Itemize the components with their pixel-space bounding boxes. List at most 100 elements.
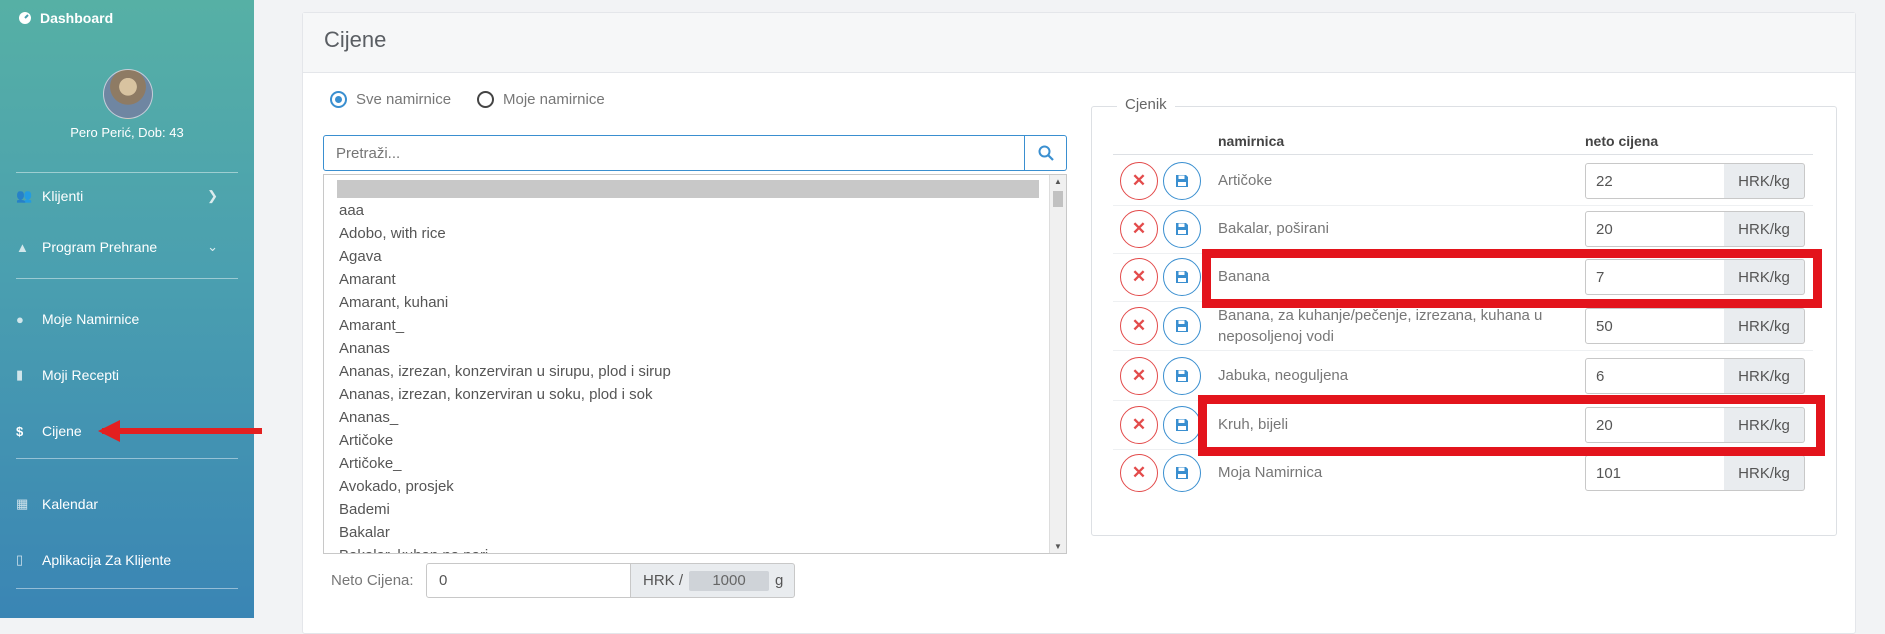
header-divider	[1113, 154, 1813, 155]
avatar	[103, 69, 153, 119]
selected-empty-option[interactable]	[337, 180, 1039, 198]
list-item[interactable]: Bakalar	[339, 521, 671, 544]
food-name: Bakalar, poširani	[1218, 220, 1329, 237]
close-icon: ✕	[1131, 463, 1147, 482]
save-button[interactable]	[1163, 210, 1201, 248]
sidebar-item-label: Kalendar	[42, 496, 99, 512]
price-input[interactable]	[1585, 308, 1725, 344]
highlight-box	[1202, 249, 1822, 308]
floppy-disk-icon	[1176, 271, 1188, 283]
grams-input[interactable]: 1000	[689, 570, 770, 591]
list-item[interactable]: Avokado, prosjek	[339, 475, 671, 498]
neto-price-label: Neto Cijena:	[331, 572, 414, 589]
price-input[interactable]	[1585, 358, 1725, 394]
save-button[interactable]	[1163, 162, 1201, 200]
search-input[interactable]	[323, 135, 1025, 171]
sidebar-item-label: Moje Namirnice	[42, 311, 140, 327]
list-item[interactable]: Artičoke	[339, 429, 671, 452]
list-item[interactable]: Amarant	[339, 268, 671, 291]
radio-all-foods[interactable]: Sve namirnice	[330, 91, 451, 108]
sidebar-item-kalendar[interactable]: ▦ Kalendar	[16, 493, 236, 515]
neto-price-input[interactable]	[426, 563, 631, 598]
price-input[interactable]	[1585, 211, 1725, 247]
scroll-down-icon[interactable]: ▼	[1050, 542, 1066, 551]
delete-button[interactable]: ✕	[1120, 406, 1158, 444]
users-icon: 👥	[16, 188, 33, 203]
floppy-disk-icon	[1176, 467, 1188, 479]
divider	[16, 172, 238, 173]
food-name: Banana, za kuhanje/pečenje, izrezana, ku…	[1218, 307, 1543, 345]
sidebar: Dashboard Pero Perić, Dob: 43 👥 Klijenti…	[0, 0, 254, 618]
book-icon: ▮	[16, 367, 24, 382]
close-icon: ✕	[1131, 366, 1147, 385]
price-unit: HRK/kg	[1724, 211, 1805, 247]
calendar-icon: ▦	[16, 496, 29, 511]
sidebar-item-label: Cijene	[42, 423, 82, 439]
price-input[interactable]	[1585, 163, 1725, 199]
row-divider	[1113, 350, 1813, 351]
list-item[interactable]: Agava	[339, 245, 671, 268]
sidebar-item-aplikacija[interactable]: ▯ Aplikacija Za Klijente	[16, 549, 236, 571]
column-header-name: namirnica	[1218, 133, 1285, 149]
column-header-price: neto cijena	[1585, 133, 1659, 149]
delete-button[interactable]: ✕	[1120, 162, 1158, 200]
search-icon	[1038, 145, 1054, 161]
radio-my-foods[interactable]: Moje namirnice	[477, 91, 605, 108]
food-listbox[interactable]: aaa Adobo, with rice Agava Amarant Amarant, …	[323, 174, 1067, 554]
sidebar-item-program-prehrane[interactable]: ▲ Program Prehrane ⌄	[16, 236, 236, 258]
food-name: Artičoke	[1218, 172, 1273, 189]
list-item[interactable]: Adobo, with rice	[339, 222, 671, 245]
chevron-down-icon: ⌄	[207, 239, 218, 254]
mobile-icon: ▯	[16, 552, 24, 567]
save-button[interactable]	[1163, 357, 1201, 395]
save-button[interactable]	[1163, 258, 1201, 296]
dish-icon: ▲	[16, 239, 29, 255]
price-input[interactable]	[1585, 455, 1725, 491]
list-item[interactable]: Amarant_	[339, 314, 671, 337]
chevron-right-icon: ❯	[207, 188, 218, 203]
list-item[interactable]: Amarant, kuhani	[339, 291, 671, 314]
page-title: Cijene	[324, 27, 387, 52]
list-item[interactable]: Ananas, izrezan, konzerviran u soku, plo…	[339, 383, 671, 406]
annotation-arrow-head	[98, 420, 120, 442]
delete-button[interactable]: ✕	[1120, 258, 1158, 296]
food-name: Moja Namirnica	[1218, 464, 1323, 481]
scrollbar-thumb[interactable]	[1053, 191, 1063, 207]
list-item[interactable]: Bakalar, kuhan na pari	[339, 544, 671, 553]
scrollbar[interactable]: ▲ ▼	[1049, 175, 1066, 553]
sidebar-item-moji-recepti[interactable]: ▮ Moji Recepti	[16, 364, 236, 386]
sidebar-item-klijenti[interactable]: 👥 Klijenti ❯	[16, 185, 236, 207]
delete-button[interactable]: ✕	[1120, 307, 1158, 345]
list-item[interactable]: Ananas, izrezan, konzerviran u sirupu, p…	[339, 360, 671, 383]
unit-prefix: HRK /	[643, 572, 684, 589]
sidebar-item-label: Moji Recepti	[42, 367, 120, 383]
list-item[interactable]: Bademi	[339, 498, 671, 521]
search-button[interactable]	[1025, 135, 1067, 171]
radio-label: Sve namirnice	[356, 91, 452, 108]
save-button[interactable]	[1163, 406, 1201, 444]
dashboard-label: Dashboard	[40, 10, 114, 26]
row-divider	[1113, 205, 1813, 206]
food-name: Jabuka, neoguljena	[1218, 367, 1349, 384]
list-item[interactable]: Ananas	[339, 337, 671, 360]
sidebar-item-label: Klijenti	[42, 188, 84, 204]
list-item[interactable]: aaa	[339, 199, 671, 222]
price-unit: HRK/kg	[1724, 308, 1805, 344]
delete-button[interactable]: ✕	[1120, 454, 1158, 492]
price-list-legend: Cjenik	[1117, 96, 1175, 113]
card-header: Cijene	[303, 13, 1855, 73]
sidebar-item-moje-namirnice[interactable]: ● Moje Namirnice	[16, 308, 236, 330]
delete-button[interactable]: ✕	[1120, 210, 1158, 248]
price-unit: HRK/kg	[1724, 455, 1805, 491]
delete-button[interactable]: ✕	[1120, 357, 1158, 395]
save-button[interactable]	[1163, 454, 1201, 492]
floppy-disk-icon	[1176, 419, 1188, 431]
scroll-up-icon[interactable]: ▲	[1050, 177, 1066, 186]
list-item[interactable]: Ananas_	[339, 406, 671, 429]
dashboard-link[interactable]: Dashboard	[18, 8, 113, 28]
list-item[interactable]: Artičoke_	[339, 452, 671, 475]
highlight-box	[1198, 395, 1825, 456]
save-button[interactable]	[1163, 307, 1201, 345]
floppy-disk-icon	[1176, 175, 1188, 187]
sidebar-item-label: Program Prehrane	[42, 239, 158, 255]
